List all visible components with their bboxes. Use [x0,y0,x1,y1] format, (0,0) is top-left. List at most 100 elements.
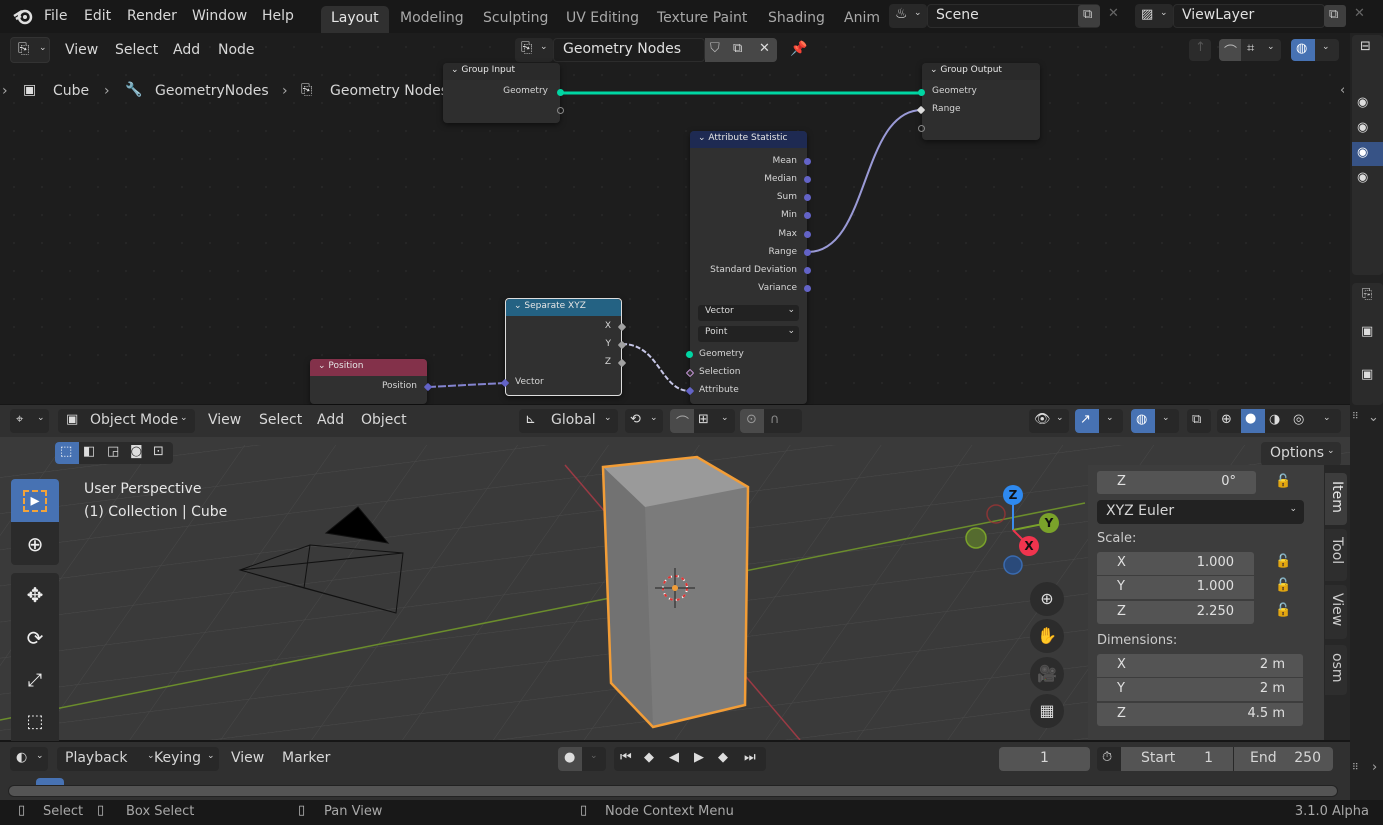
camera-render-icon[interactable]: ◉ [1357,120,1368,135]
node-group-output[interactable]: ⌄ Group Output Geometry Range [916,63,1040,140]
play-reverse-icon[interactable]: ◀ [669,750,679,765]
socket-variance-out[interactable] [804,285,811,292]
gizmo-x-axis[interactable]: X [1019,536,1039,556]
chevron-down-icon[interactable]: ⌄ [590,751,598,761]
data-type-dropdown[interactable]: Vector ⌄ [698,305,799,321]
play-icon[interactable]: ▶ [694,750,704,765]
camera-render-selected[interactable]: ◉ [1352,142,1383,166]
viewport-menu-view[interactable]: View [208,412,241,428]
chevron-down-icon[interactable]: ⌄ [1162,413,1170,423]
lock-open-icon[interactable]: 🔓 [1275,578,1291,593]
tab-shading[interactable]: Shading [758,6,835,33]
rotation-mode-dropdown[interactable]: XYZ Euler ⌄ [1097,500,1304,524]
start-frame-field[interactable]: Start 1 [1121,747,1233,771]
chevron-down-icon[interactable]: ⌄ [721,413,729,423]
socket-empty-out[interactable] [557,107,564,114]
dimension-z-field[interactable]: Z 4.5 m [1097,703,1303,726]
socket-max-out[interactable] [804,231,811,238]
chevron-down-icon[interactable]: ⌄ [1267,42,1275,52]
tool-move[interactable]: ✥ [11,573,59,616]
jump-end-icon[interactable]: ⏭ [744,750,756,765]
rendered-shading-icon[interactable]: ◎ [1293,412,1304,427]
chevron-down-icon[interactable]: ⌄ [1368,410,1379,425]
tool-rotate[interactable]: ⟳ [11,616,59,659]
node-tree-name-field[interactable]: Geometry Nodes [553,38,705,62]
menu-file[interactable]: File [44,8,67,24]
orthographic-grid-icon[interactable]: ▦ [1030,694,1064,728]
unlink-close-icon[interactable]: ✕ [759,41,770,56]
gizmo-toggle[interactable]: ↗ [1075,409,1099,433]
node-menu-add[interactable]: Add [173,42,200,58]
transform-orientation-dropdown[interactable]: ⊾ Global ⌄ [519,409,618,433]
chevron-down-icon[interactable]: ⌄ [1322,42,1330,52]
zoom-view-icon[interactable]: ⊕ [1030,582,1064,616]
gizmo-z-axis[interactable]: Z [1003,485,1023,505]
node-group-input[interactable]: ⌄ Group Input Geometry [443,63,564,123]
properties-editor-icon[interactable]: ⎘ [1362,287,1372,302]
timeline-menu-marker[interactable]: Marker [282,750,330,766]
pivot-point-dropdown[interactable]: ⟲ ⌄ [625,409,663,433]
falloff-curve-icon[interactable]: ∩ [770,412,780,427]
chevron-down-icon[interactable]: ⌄ [1323,413,1331,423]
jump-start-icon[interactable]: ⏮ [620,750,632,765]
viewlayer-browse-button[interactable]: ▨ ⌄ [1135,4,1173,28]
keying-menu[interactable]: Keying [154,750,201,766]
socket-empty-in[interactable] [918,125,925,132]
lock-open-icon[interactable]: 🔓 [1275,474,1291,489]
xray-toggle[interactable]: ⧉ [1187,409,1211,433]
object-data-icon[interactable]: ▣ [1361,367,1373,382]
node-separate-xyz[interactable]: ⌄ Separate XYZ X Y Z Vector [500,298,627,396]
mode-dropdown[interactable]: ▣ Object Mode ⌄ [58,409,195,433]
node-position[interactable]: ⌄ Position Position [310,359,433,404]
options-dropdown[interactable]: Options ⌄ [1261,442,1341,466]
tab-texture-paint[interactable]: Texture Paint [647,6,757,33]
next-keyframe-icon[interactable]: ◆ [718,750,728,765]
visibility-dropdown[interactable]: 👁 ⌄ [1029,409,1069,433]
node-menu-view[interactable]: View [65,42,98,58]
timeline-menu-view[interactable]: View [231,750,264,766]
tab-animation[interactable]: Anim [834,6,890,33]
tab-uv-editing[interactable]: UV Editing [556,6,649,33]
scale-x-field[interactable]: X 1.000 [1097,552,1254,575]
socket-min-out[interactable] [804,212,811,219]
chevron-right-icon[interactable]: › [2,83,8,99]
snap-increment-icon[interactable]: ⊞ [698,412,709,427]
tab-sculpting[interactable]: Sculpting [473,6,558,33]
menu-render[interactable]: Render [127,8,177,24]
select-new-mode[interactable]: ⬚ [55,442,79,464]
camera-render-icon[interactable]: ◉ [1357,170,1368,185]
node-attribute-statistic[interactable]: ⌄ Attribute Statistic Mean Median Sum Mi… [685,131,811,404]
editor-type-button[interactable]: ⎘ ⌄ [10,37,50,63]
socket-median-out[interactable] [804,176,811,183]
menu-edit[interactable]: Edit [84,8,111,24]
editor-type-3d-button[interactable]: ⌖ ⌄ [10,409,49,433]
menu-window[interactable]: Window [192,8,247,24]
pin-icon[interactable]: 📌 [790,41,807,57]
viewlayer-delete-icon[interactable]: ✕ [1354,6,1365,21]
proportional-edit-toggle[interactable]: ⊙ [740,409,764,433]
overlays-toggle[interactable]: ◍ [1131,409,1155,433]
editor-type-timeline-button[interactable]: ◐ ⌄ [10,747,48,771]
node-menu-node[interactable]: Node [218,42,255,58]
3d-viewport[interactable]: Z Y X ⊕ ✋ 🎥 ▦ ⌖ ⌄ ▣ Object Mode ⌄ View S… [0,405,1350,741]
prev-keyframe-icon[interactable]: ◆ [644,750,654,765]
viewport-menu-select[interactable]: Select [259,412,302,428]
socket-mean-out[interactable] [804,158,811,165]
domain-dropdown[interactable]: Point ⌄ [698,326,799,342]
socket-geometry-in[interactable] [686,351,693,358]
scene-delete-icon[interactable]: ✕ [1108,6,1119,21]
auto-keying-toggle[interactable]: ● [558,747,582,771]
tool-transform[interactable]: ⬚ [11,702,59,741]
camera-render-icon[interactable]: ◉ [1357,95,1368,110]
blender-logo-icon[interactable] [13,7,33,25]
wireframe-shading-icon[interactable]: ⊕ [1221,412,1232,427]
outliner-icon[interactable]: ⊟ [1360,39,1371,54]
stopwatch-icon[interactable]: ⏱ [1102,750,1112,765]
scene-copy-button[interactable]: ⧉ [1078,5,1100,27]
node-menu-select[interactable]: Select [115,42,158,58]
scale-z-field[interactable]: Z 2.250 [1097,601,1254,624]
area-options-grip-icon[interactable]: ⠿ [1352,763,1359,773]
chevron-right-icon[interactable]: › [1372,760,1377,775]
solid-shading-toggle[interactable]: ● [1241,409,1265,433]
copy-icon[interactable]: ⧉ [733,41,742,56]
